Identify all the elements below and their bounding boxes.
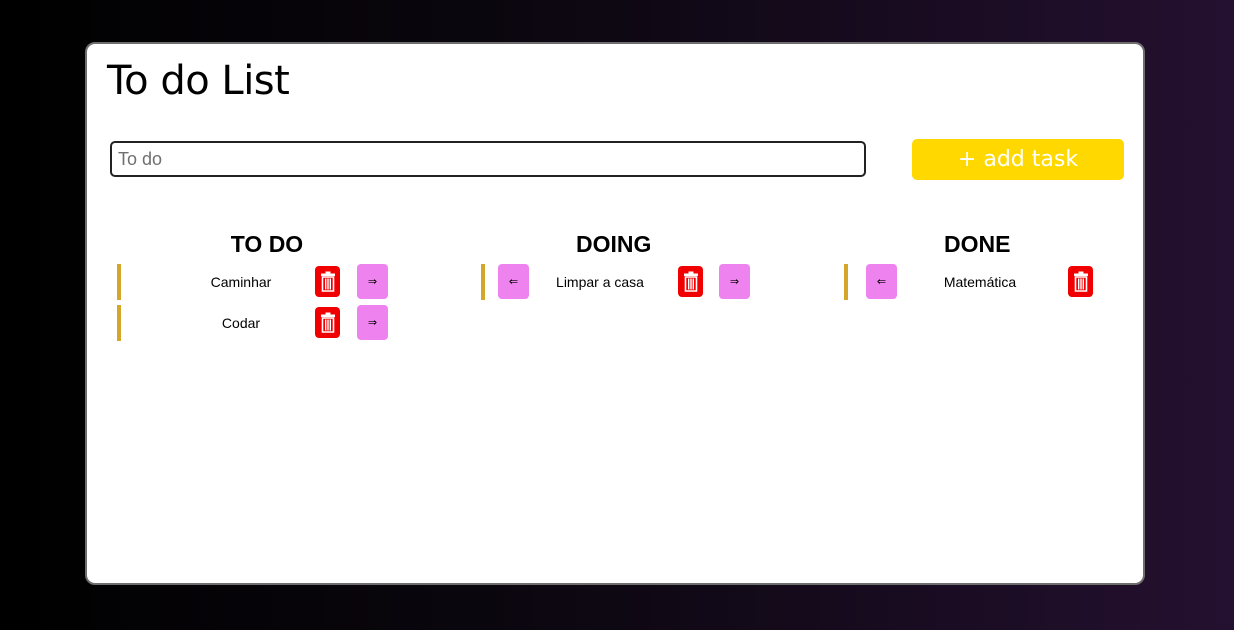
column-title-doing: DOING — [576, 231, 652, 257]
move-left-button[interactable]: ⇐ — [866, 264, 897, 299]
delete-task-button[interactable] — [678, 266, 703, 297]
move-right-button[interactable]: ⇒ — [719, 264, 750, 299]
task-label: Matemática — [943, 274, 1017, 290]
column-done: DONE ⇐ Matemática — [844, 224, 1144, 305]
task-item: Codar ⇒ — [117, 305, 417, 341]
move-right-button[interactable]: ⇒ — [357, 305, 388, 340]
todo-card: To do List + add task TO DO Caminhar ⇒ C… — [85, 42, 1145, 585]
column-title-done: DONE — [944, 231, 1011, 257]
task-label: Limpar a casa — [556, 274, 644, 290]
task-item: Caminhar ⇒ — [117, 264, 417, 300]
trash-icon — [320, 271, 335, 292]
task-item: ⇐ Limpar a casa ⇒ — [481, 264, 781, 300]
trash-icon — [683, 271, 698, 292]
delete-task-button[interactable] — [315, 266, 340, 297]
task-item: ⇐ Matemática — [844, 264, 1144, 300]
move-right-button[interactable]: ⇒ — [357, 264, 388, 299]
trash-icon — [1073, 271, 1088, 292]
delete-task-button[interactable] — [1068, 266, 1093, 297]
task-label: Caminhar — [210, 274, 272, 290]
column-todo: TO DO Caminhar ⇒ Codar ⇒ — [117, 224, 417, 346]
move-left-button[interactable]: ⇐ — [498, 264, 529, 299]
trash-icon — [320, 312, 335, 333]
column-doing: DOING ⇐ Limpar a casa ⇒ — [481, 224, 781, 305]
page-title: To do List — [107, 58, 290, 104]
delete-task-button[interactable] — [315, 307, 340, 338]
column-title-todo: TO DO — [230, 231, 304, 257]
add-task-button[interactable]: + add task — [912, 139, 1124, 180]
task-label: Codar — [221, 315, 261, 331]
task-input[interactable] — [110, 141, 866, 177]
